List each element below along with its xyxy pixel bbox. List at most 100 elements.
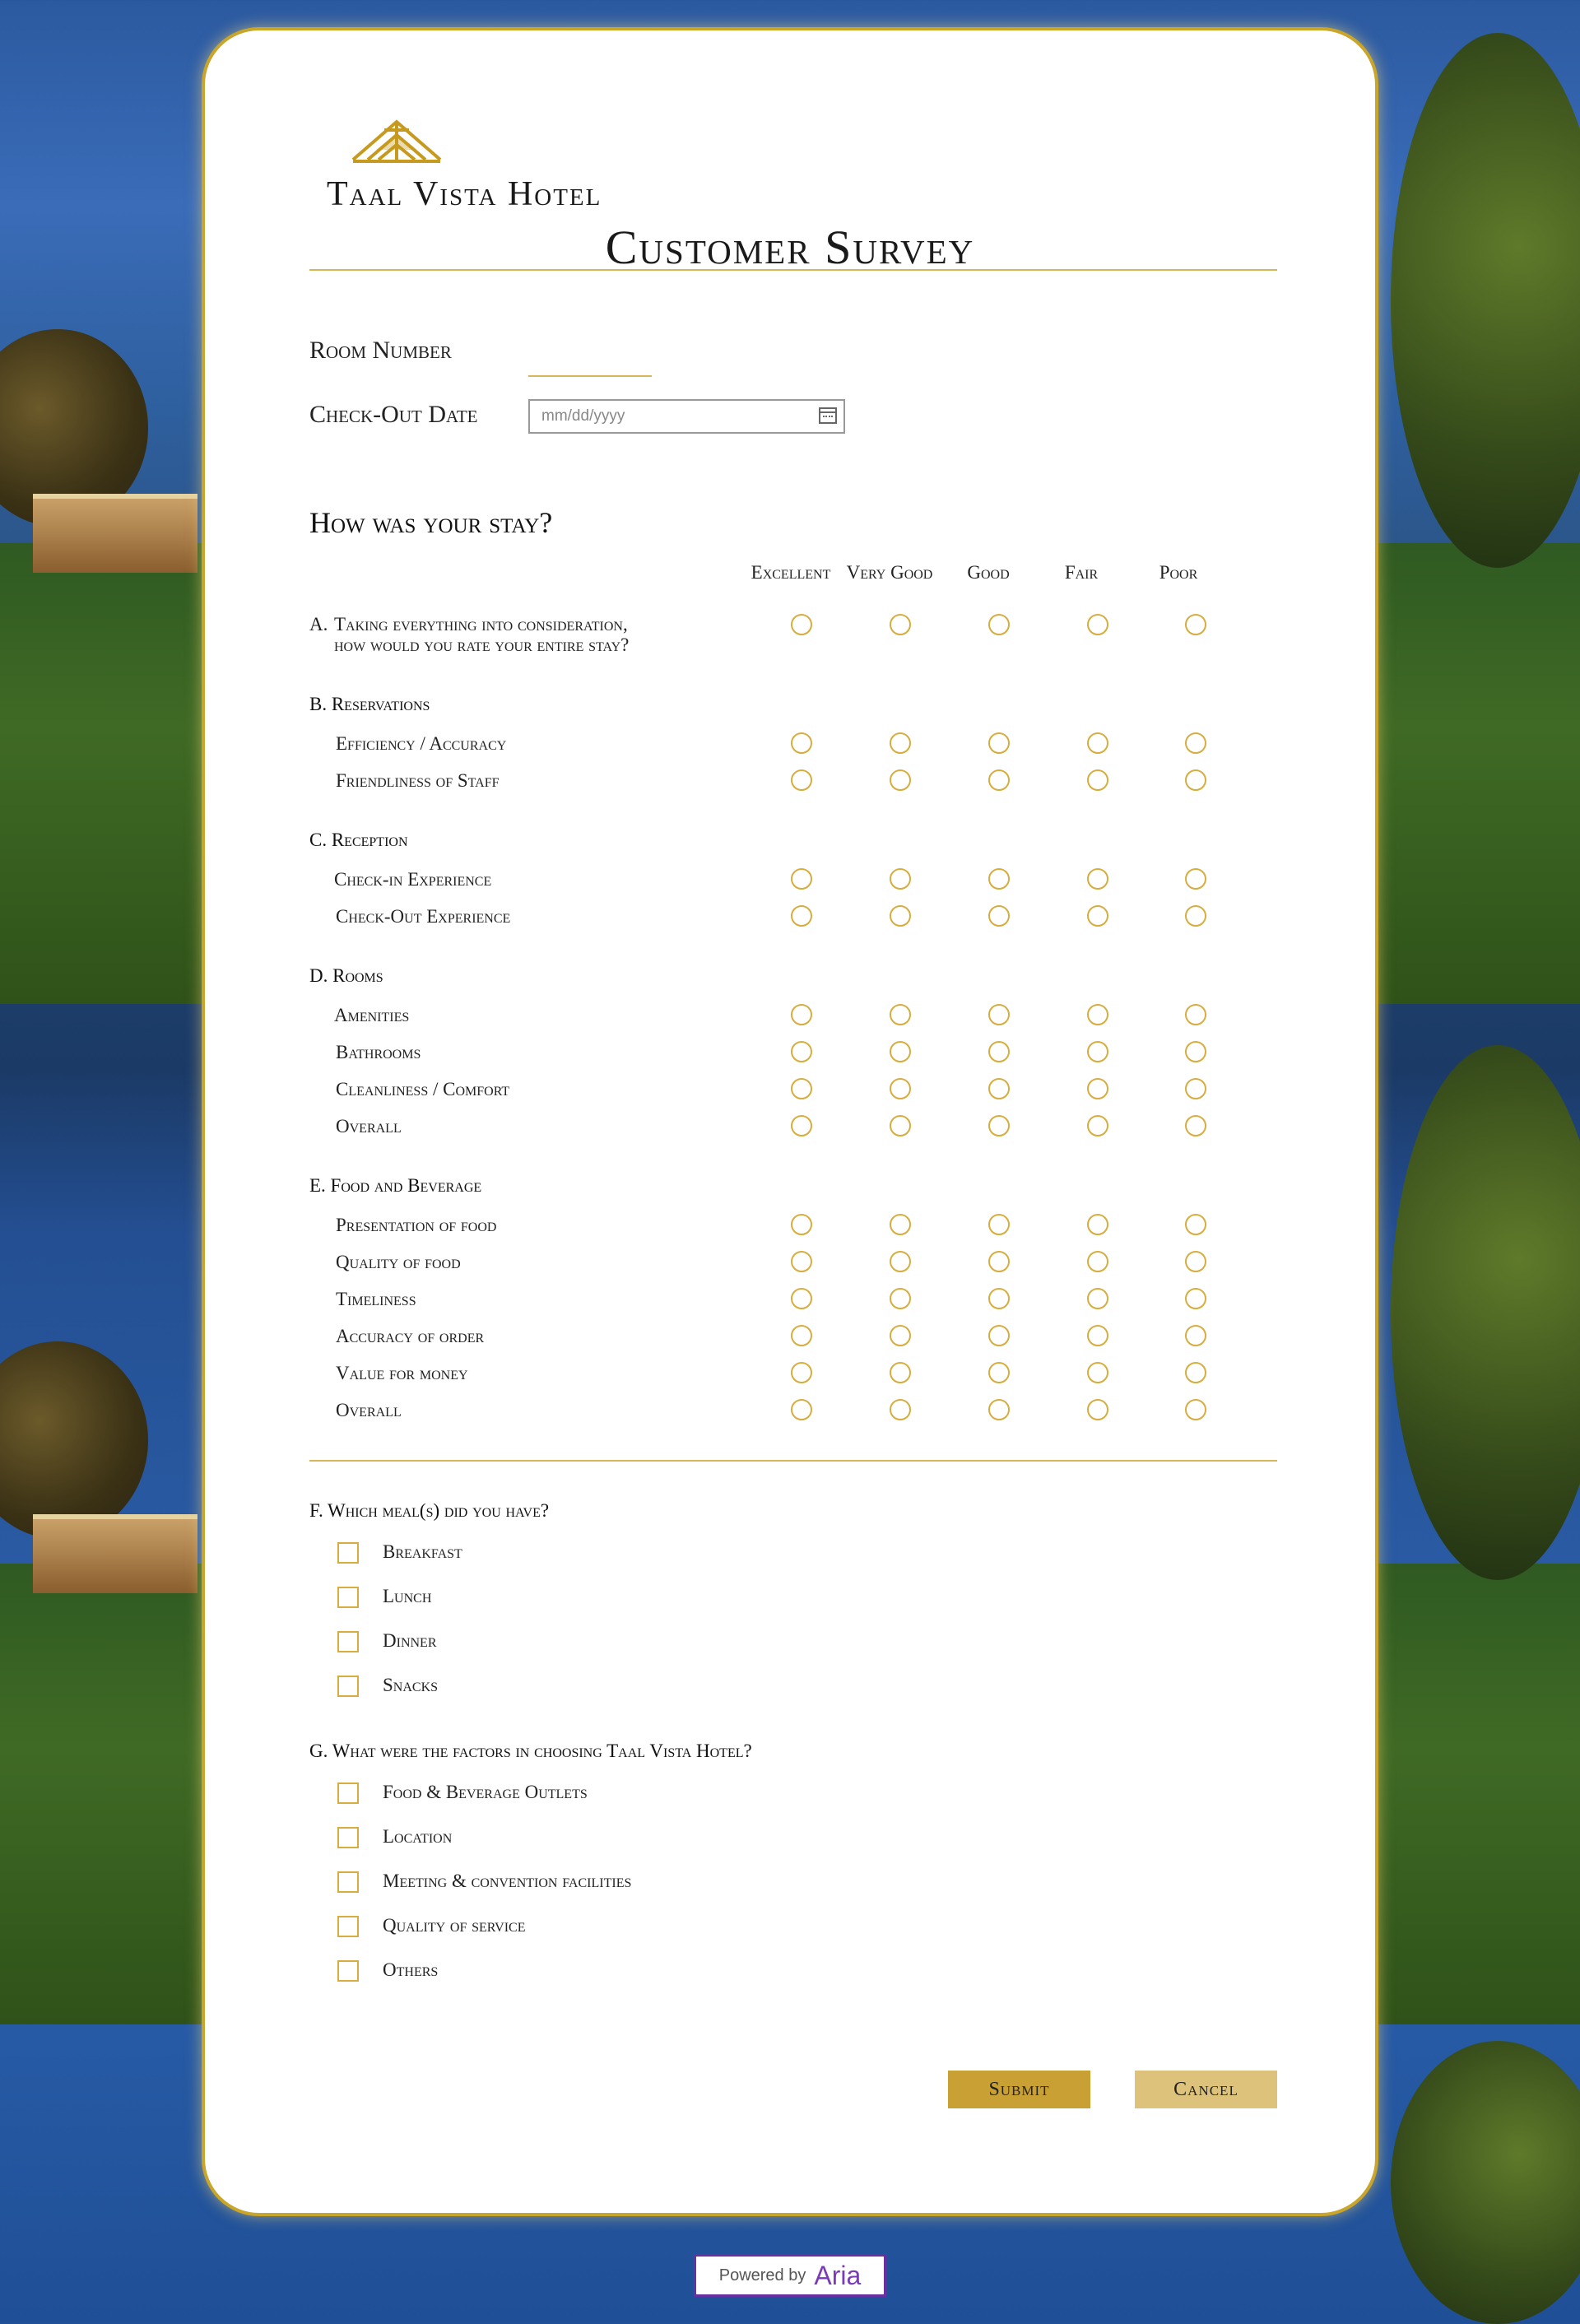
background-palm-right: [1391, 1045, 1580, 1580]
rating-radio[interactable]: [791, 905, 812, 927]
rating-radio[interactable]: [791, 1399, 812, 1420]
rating-radio[interactable]: [1087, 1041, 1108, 1062]
checkbox-breakfast[interactable]: [337, 1542, 359, 1564]
rating-radio[interactable]: [890, 1115, 911, 1136]
rating-radio[interactable]: [890, 614, 911, 635]
checkbox-dinner[interactable]: [337, 1631, 359, 1652]
rating-radio[interactable]: [1087, 1115, 1108, 1136]
rating-radio[interactable]: [1185, 1399, 1206, 1420]
rating-radio[interactable]: [988, 732, 1010, 754]
rating-radio[interactable]: [1087, 769, 1108, 791]
rating-radio[interactable]: [1185, 769, 1206, 791]
option-label: Dinner: [383, 1630, 437, 1651]
rating-radio[interactable]: [1185, 1325, 1206, 1346]
powered-by-badge[interactable]: Powered by Aria: [694, 2254, 886, 2297]
rating-radio[interactable]: [791, 732, 812, 754]
rating-radio[interactable]: [890, 868, 911, 890]
rating-radio[interactable]: [1185, 1078, 1206, 1099]
rating-radio[interactable]: [1185, 614, 1206, 635]
room-number-input[interactable]: [528, 359, 652, 377]
rating-radio[interactable]: [791, 1288, 812, 1309]
rating-radio[interactable]: [988, 1325, 1010, 1346]
rating-radio[interactable]: [1185, 868, 1206, 890]
checkbox-food-beverage-outlets[interactable]: [337, 1783, 359, 1804]
rating-radio[interactable]: [890, 905, 911, 927]
checkbox-lunch[interactable]: [337, 1587, 359, 1608]
rating-radio[interactable]: [791, 769, 812, 791]
rating-radio[interactable]: [1087, 905, 1108, 927]
rating-radio[interactable]: [890, 1214, 911, 1235]
rating-radio[interactable]: [890, 769, 911, 791]
checkbox-snacks[interactable]: [337, 1676, 359, 1697]
rating-radio[interactable]: [988, 1004, 1010, 1025]
column-excellent: Excellent: [750, 562, 831, 583]
rating-radio[interactable]: [890, 1041, 911, 1062]
rating-radio[interactable]: [1185, 1041, 1206, 1062]
hotel-logo-icon: [351, 119, 442, 163]
rating-radio[interactable]: [791, 1325, 812, 1346]
rating-radio[interactable]: [1185, 1251, 1206, 1272]
rating-radio[interactable]: [890, 1288, 911, 1309]
rating-radio[interactable]: [988, 769, 1010, 791]
checkbox-location[interactable]: [337, 1827, 359, 1848]
rating-radio[interactable]: [791, 1115, 812, 1136]
rating-radio[interactable]: [1087, 868, 1108, 890]
rating-radio[interactable]: [1087, 614, 1108, 635]
rating-radio[interactable]: [1185, 1004, 1206, 1025]
option-label: Breakfast: [383, 1541, 462, 1562]
submit-button[interactable]: Submit: [948, 2071, 1090, 2108]
rating-radio[interactable]: [1087, 732, 1108, 754]
rating-radio[interactable]: [988, 868, 1010, 890]
rating-radio[interactable]: [1185, 905, 1206, 927]
rating-radio[interactable]: [1185, 1214, 1206, 1235]
rating-radio[interactable]: [1087, 1251, 1108, 1272]
rating-radio[interactable]: [1087, 1362, 1108, 1383]
rating-radio[interactable]: [791, 1041, 812, 1062]
rating-radio[interactable]: [988, 1251, 1010, 1272]
rating-radio[interactable]: [1087, 1399, 1108, 1420]
group-rooms-label: D. Rooms: [309, 965, 383, 986]
rating-radio[interactable]: [890, 1325, 911, 1346]
rating-radio[interactable]: [890, 1251, 911, 1272]
rating-radio[interactable]: [988, 1399, 1010, 1420]
rating-radio[interactable]: [988, 1214, 1010, 1235]
row-label: Accuracy of order: [336, 1326, 485, 1346]
cancel-button[interactable]: Cancel: [1135, 2071, 1277, 2108]
rating-radio[interactable]: [890, 1399, 911, 1420]
rating-radio[interactable]: [1087, 1078, 1108, 1099]
rating-radio[interactable]: [791, 1004, 812, 1025]
checkout-date-input[interactable]: mm/dd/yyyy: [528, 399, 845, 434]
rating-radio[interactable]: [1087, 1288, 1108, 1309]
checkbox-meeting-facilities[interactable]: [337, 1871, 359, 1893]
rating-radio[interactable]: [988, 1288, 1010, 1309]
rating-radio[interactable]: [1087, 1214, 1108, 1235]
rating-radio[interactable]: [1185, 1288, 1206, 1309]
calendar-icon[interactable]: [819, 407, 837, 424]
rating-radio[interactable]: [791, 614, 812, 635]
rating-radio[interactable]: [988, 905, 1010, 927]
rating-radio[interactable]: [988, 614, 1010, 635]
rating-radio[interactable]: [1087, 1004, 1108, 1025]
checkbox-quality-of-service[interactable]: [337, 1916, 359, 1937]
rating-radio[interactable]: [1087, 1325, 1108, 1346]
rating-radio[interactable]: [791, 1362, 812, 1383]
rating-radio[interactable]: [791, 1078, 812, 1099]
rating-radio[interactable]: [1185, 1115, 1206, 1136]
rating-radio[interactable]: [988, 1362, 1010, 1383]
column-poor: Poor: [1159, 562, 1198, 583]
rating-radio[interactable]: [791, 1251, 812, 1272]
rating-radio[interactable]: [791, 1214, 812, 1235]
rating-radio[interactable]: [890, 1078, 911, 1099]
rating-radio[interactable]: [890, 1362, 911, 1383]
checkbox-others[interactable]: [337, 1960, 359, 1982]
rating-radio[interactable]: [890, 1004, 911, 1025]
rating-radio[interactable]: [791, 868, 812, 890]
rating-radio[interactable]: [1185, 732, 1206, 754]
row-label: Cleanliness / Comfort: [336, 1079, 510, 1099]
rating-radio[interactable]: [988, 1115, 1010, 1136]
rating-radio[interactable]: [988, 1078, 1010, 1099]
rating-radio[interactable]: [988, 1041, 1010, 1062]
rating-radio[interactable]: [1185, 1362, 1206, 1383]
checkout-date-placeholder: mm/dd/yyyy: [541, 407, 625, 425]
rating-radio[interactable]: [890, 732, 911, 754]
